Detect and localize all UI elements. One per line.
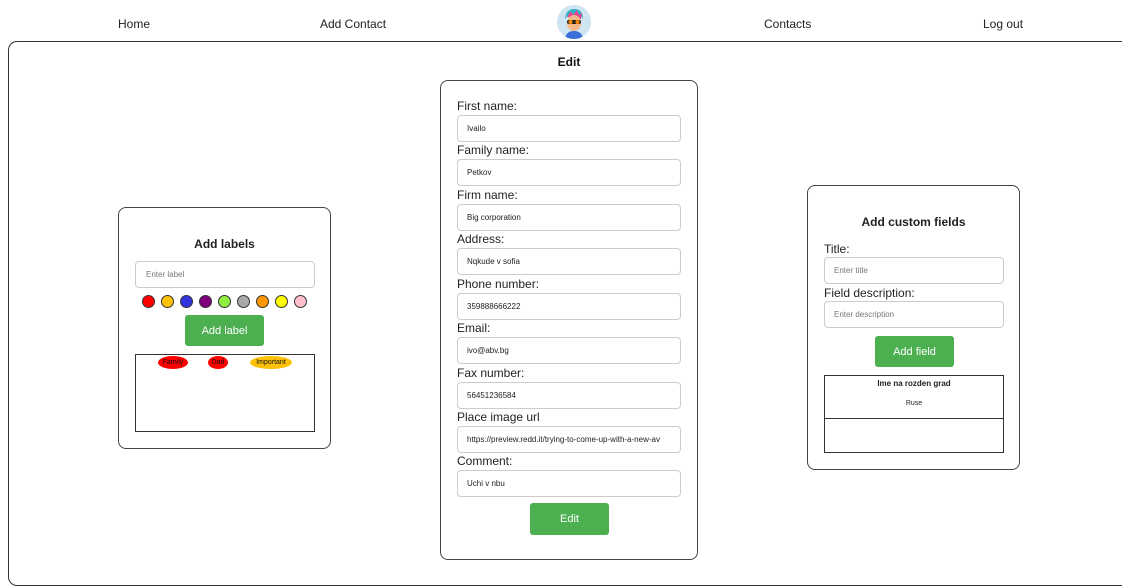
add-field-button[interactable]: Add field bbox=[875, 336, 954, 367]
phone-number-label: Phone number: bbox=[457, 277, 540, 291]
email-label: Email: bbox=[457, 321, 491, 335]
avatar-image bbox=[557, 5, 591, 39]
edit-contact-form: First name: Family name: Firm name: Addr… bbox=[440, 80, 698, 560]
custom-fields-title: Add custom fields bbox=[861, 215, 966, 229]
custom-field-description: Ruse bbox=[905, 400, 923, 407]
label-input[interactable] bbox=[135, 261, 315, 288]
add-labels-panel: Add labels Add label Family Dad Importan… bbox=[118, 207, 331, 449]
color-swatch-red[interactable] bbox=[142, 295, 155, 308]
edit-submit-button[interactable]: Edit bbox=[530, 503, 609, 535]
color-picker bbox=[142, 295, 312, 309]
color-swatch-pink[interactable] bbox=[294, 295, 307, 308]
family-name-input[interactable] bbox=[457, 159, 681, 186]
page-title: Edit bbox=[557, 55, 581, 69]
avatar[interactable] bbox=[557, 5, 591, 39]
custom-title-label: Title: bbox=[824, 242, 850, 256]
custom-field-title: Ime na rozden grad bbox=[877, 379, 951, 388]
nav-contacts-link[interactable]: Contacts bbox=[764, 17, 811, 31]
address-label: Address: bbox=[457, 232, 505, 246]
first-name-label: First name: bbox=[457, 99, 518, 113]
fax-number-input[interactable] bbox=[457, 382, 681, 409]
nav-add-contact-link[interactable]: Add Contact bbox=[320, 17, 386, 31]
email-input[interactable] bbox=[457, 337, 681, 364]
first-name-input[interactable] bbox=[457, 115, 681, 142]
color-swatch-purple[interactable] bbox=[199, 295, 212, 308]
firm-name-input[interactable] bbox=[457, 204, 681, 231]
firm-name-label: Firm name: bbox=[457, 188, 518, 202]
custom-field-row: Ime na rozden grad Ruse bbox=[825, 376, 1003, 419]
label-tag[interactable]: Important bbox=[250, 356, 292, 369]
phone-number-input[interactable] bbox=[457, 293, 681, 320]
custom-fields-table: Ime na rozden grad Ruse bbox=[824, 375, 1004, 453]
color-swatch-blue[interactable] bbox=[180, 295, 193, 308]
image-url-label: Place image url bbox=[457, 410, 540, 424]
color-swatch-gray[interactable] bbox=[237, 295, 250, 308]
color-swatch-amber[interactable] bbox=[161, 295, 174, 308]
image-url-input[interactable] bbox=[457, 426, 681, 453]
family-name-label: Family name: bbox=[457, 143, 530, 157]
top-nav: Home Add Contact Contacts Log out bbox=[0, 0, 1122, 42]
comment-input[interactable] bbox=[457, 470, 681, 497]
nav-logout-link[interactable]: Log out bbox=[983, 17, 1023, 31]
custom-title-input[interactable] bbox=[824, 257, 1004, 284]
label-tag[interactable]: Dad bbox=[208, 356, 228, 369]
custom-description-label: Field description: bbox=[824, 286, 915, 300]
labels-list: Family Dad Important bbox=[135, 354, 315, 432]
address-input[interactable] bbox=[457, 248, 681, 275]
custom-description-input[interactable] bbox=[824, 301, 1004, 328]
add-label-button[interactable]: Add label bbox=[185, 315, 264, 346]
nav-home-link[interactable]: Home bbox=[118, 17, 150, 31]
comment-label: Comment: bbox=[457, 454, 513, 468]
add-labels-title: Add labels bbox=[194, 237, 255, 251]
label-tag[interactable]: Family bbox=[158, 356, 188, 369]
color-swatch-yellow[interactable] bbox=[275, 295, 288, 308]
color-swatch-lightgreen[interactable] bbox=[218, 295, 231, 308]
custom-fields-panel: Add custom fields Title: Field descripti… bbox=[807, 185, 1020, 470]
color-swatch-orange[interactable] bbox=[256, 295, 269, 308]
fax-number-label: Fax number: bbox=[457, 366, 525, 380]
